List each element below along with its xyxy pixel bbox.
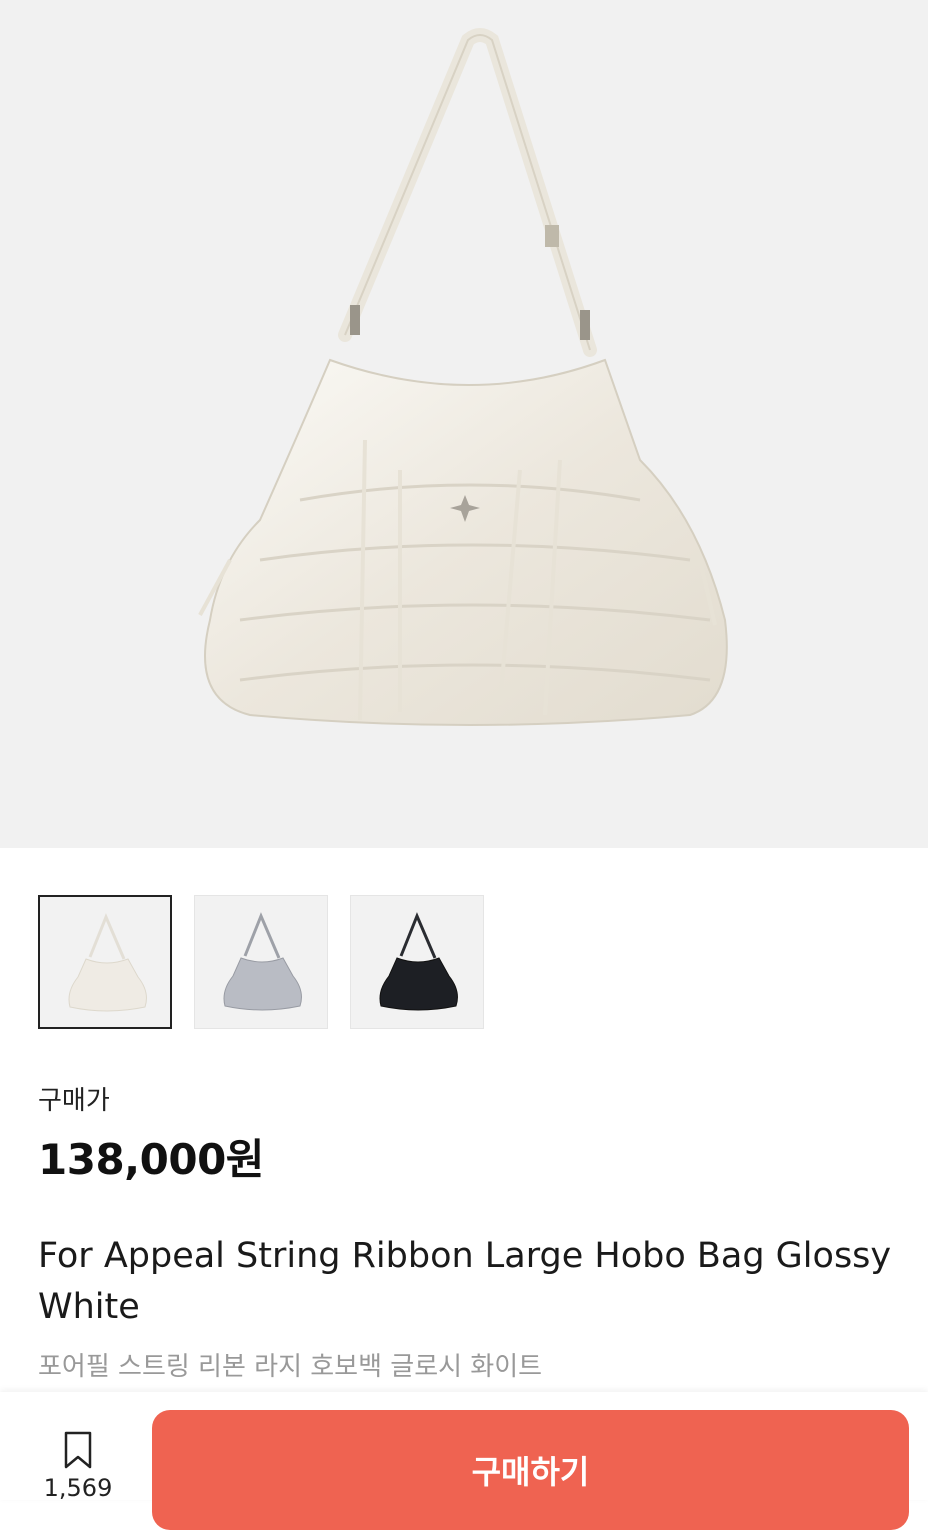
product-name-en: For Appeal String Ribbon Large Hobo Bag … xyxy=(38,1236,892,1327)
hobo-bag-white-image xyxy=(198,28,728,726)
thumbnail-black[interactable] xyxy=(350,895,484,1029)
product-name-ko: 포어필 스트링 리본 라지 호보백 글로시 화이트 xyxy=(38,1352,543,1382)
product-main-image[interactable] xyxy=(0,0,928,848)
thumbnail-white[interactable] xyxy=(38,895,172,1029)
thumbnail-silver[interactable] xyxy=(194,895,328,1029)
price-value: 138,000원 xyxy=(38,1135,264,1184)
thumbnail-silver-image xyxy=(223,912,302,1011)
bookmark-count: 1,569 xyxy=(43,1474,113,1502)
thumbnail-white-image xyxy=(68,913,147,1012)
thumbnail-black-image xyxy=(379,912,458,1011)
bookmark-icon xyxy=(64,1431,92,1469)
price-label: 구매가 xyxy=(38,1086,110,1116)
bookmark-button[interactable]: 1,569 xyxy=(28,1430,128,1502)
buy-button[interactable]: 구매하기 xyxy=(152,1410,909,1530)
